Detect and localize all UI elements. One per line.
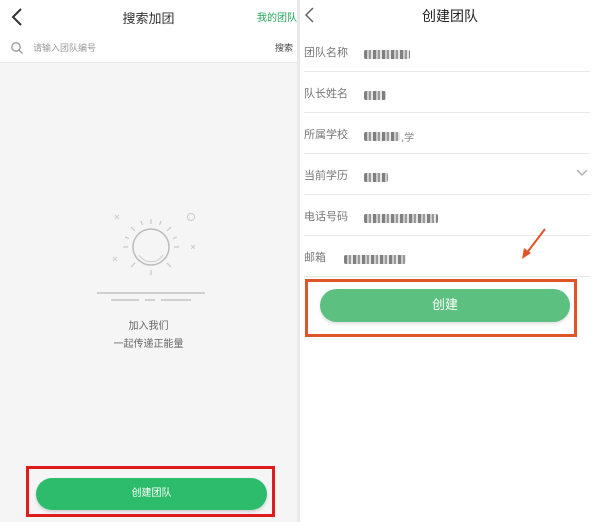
field-label: 邮箱	[304, 251, 326, 264]
field-value-suffix: ,学	[401, 133, 415, 144]
create-team-screen: 创建团队 团队名称 队长姓名 所属学校 ,学 当前学历 电话号码 邮箱 创建	[300, 0, 600, 522]
field-value-redacted	[364, 85, 386, 100]
sun-illustration	[97, 213, 205, 301]
search-button[interactable]: 搜索	[275, 41, 293, 54]
education-select[interactable]: 当前学历	[304, 154, 590, 195]
team-number-input[interactable]	[33, 41, 233, 57]
team-name-field[interactable]: 团队名称	[304, 31, 590, 72]
school-field[interactable]: 所属学校 ,学	[304, 113, 590, 154]
search-icon	[11, 42, 23, 54]
page-title: 创建团队	[422, 9, 478, 25]
captain-name-field[interactable]: 队长姓名	[304, 72, 590, 113]
field-value-redacted	[344, 249, 406, 264]
empty-state-subtitle: 一起传递正能量	[113, 339, 184, 350]
field-value-redacted	[364, 44, 410, 59]
nav-bar: 创建团队	[300, 0, 600, 30]
page-title: 搜索加团	[122, 12, 175, 27]
join-team-screen: 搜索加团 我的团队 搜索	[0, 0, 297, 522]
field-label: 当前学历	[304, 169, 348, 182]
field-value-redacted: ,学	[364, 126, 414, 144]
highlight-box	[305, 279, 577, 337]
my-team-link[interactable]: 我的团队	[257, 9, 297, 24]
search-bar: 搜索	[0, 35, 297, 63]
field-label: 队长姓名	[304, 87, 348, 100]
chevron-down-icon[interactable]	[576, 169, 588, 177]
field-label: 电话号码	[304, 210, 348, 223]
field-label: 所属学校	[304, 128, 348, 141]
field-value-redacted	[364, 208, 438, 223]
highlight-box	[26, 466, 275, 517]
field-label: 团队名称	[304, 46, 348, 59]
nav-bar: 搜索加团 我的团队	[0, 0, 297, 35]
field-value-redacted	[364, 167, 388, 182]
empty-state-title: 加入我们	[128, 321, 169, 332]
annotation-arrow	[522, 228, 546, 259]
